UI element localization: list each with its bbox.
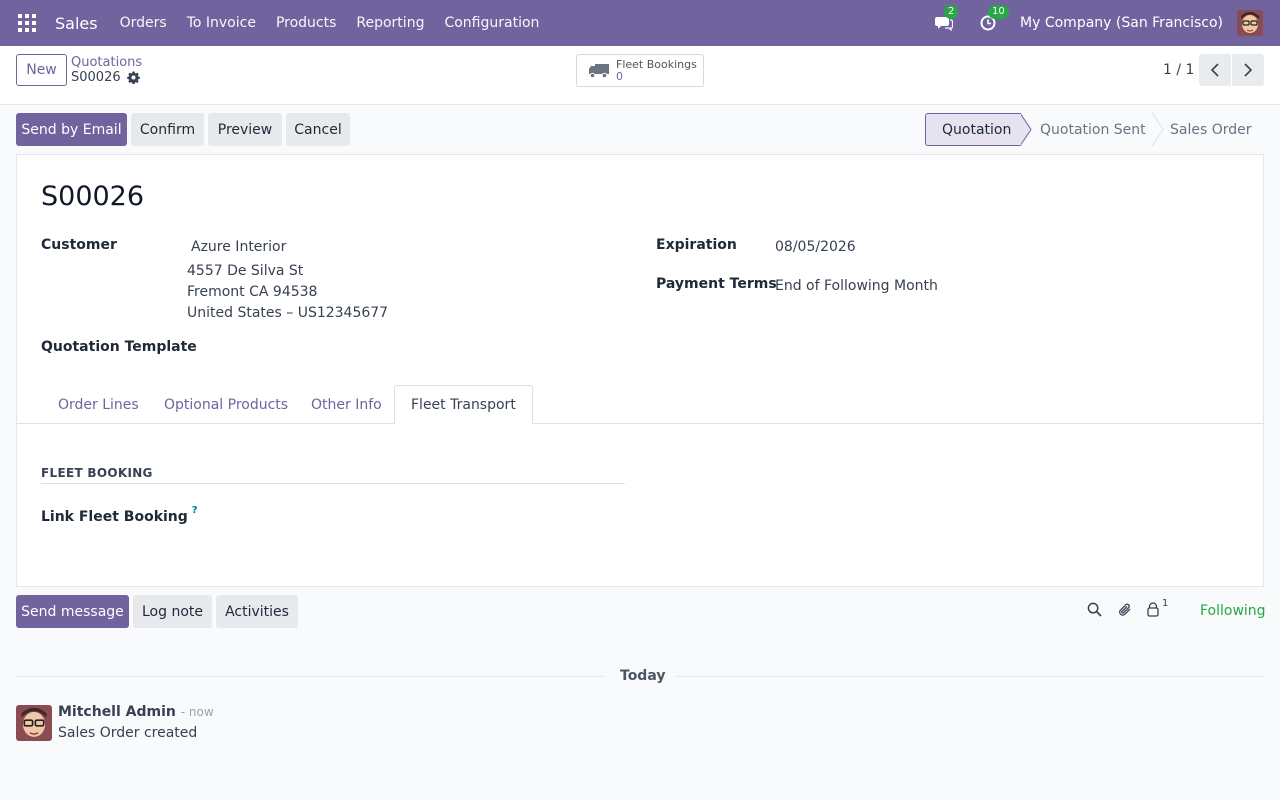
link-fleet-booking-field[interactable]: Link Fleet Booking?: [41, 505, 198, 525]
control-panel: New Quotations S00026 Fleet Bookings 0 1…: [0, 46, 1280, 105]
message-author-avatar[interactable]: [16, 705, 52, 741]
smart-button-label: Fleet Bookings: [616, 57, 697, 71]
user-avatar[interactable]: [1237, 10, 1263, 36]
attachments-button[interactable]: [1117, 602, 1133, 618]
menu-reporting[interactable]: Reporting: [356, 15, 424, 31]
paperclip-icon: [1119, 603, 1131, 616]
user-icon: [1147, 602, 1159, 617]
form-sheet: S00026 Customer Azure Interior 4557 De S…: [16, 154, 1264, 587]
company-switcher[interactable]: My Company (San Francisco): [1020, 15, 1223, 31]
menu-to-invoice[interactable]: To Invoice: [187, 15, 256, 31]
send-by-email-button[interactable]: Send by Email: [16, 113, 127, 146]
search-icon: [1087, 602, 1102, 617]
breadcrumb-current-label: S00026: [71, 70, 121, 85]
pager-previous-button[interactable]: [1199, 54, 1231, 86]
breadcrumb-quotations[interactable]: Quotations: [71, 55, 142, 70]
followers-button[interactable]: 1: [1146, 598, 1168, 617]
message-body: Sales Order created: [58, 725, 198, 741]
new-button[interactable]: New: [16, 54, 67, 86]
following-button[interactable]: Following: [1200, 603, 1266, 619]
status-separator-icon: [1152, 113, 1164, 146]
customer-address-line1: 4557 De Silva St: [187, 263, 304, 279]
link-fleet-booking-label: Link Fleet Booking: [41, 509, 188, 525]
help-tooltip-icon[interactable]: ?: [192, 505, 198, 516]
status-sales-order[interactable]: Sales Order: [1164, 113, 1264, 146]
menu-orders[interactable]: Orders: [120, 15, 167, 31]
log-note-button[interactable]: Log note: [133, 595, 212, 628]
activities-badge: 10: [988, 5, 1009, 19]
avatar-icon: [16, 705, 52, 741]
gear-icon[interactable]: [126, 71, 140, 84]
date-separator: Today: [620, 668, 666, 684]
avatar-icon: [1237, 10, 1263, 36]
customer-address-line3: United States – US12345677: [187, 305, 389, 321]
apps-menu-icon[interactable]: [18, 14, 36, 32]
status-quotation-sent[interactable]: Quotation Sent: [1032, 113, 1152, 146]
message-author-name: Mitchell Admin: [58, 704, 176, 720]
tab-order-lines[interactable]: Order Lines: [58, 385, 139, 424]
tab-fleet-transport[interactable]: Fleet Transport: [394, 385, 533, 425]
chevron-left-icon: [1210, 63, 1219, 77]
status-arrow-icon: [1020, 113, 1032, 146]
date-divider-left: [16, 676, 604, 677]
message-author[interactable]: Mitchell Admin - now: [58, 704, 214, 720]
expiration-field[interactable]: 08/05/2026: [775, 239, 856, 255]
messages-badge: 2: [944, 5, 959, 19]
tab-other-info[interactable]: Other Info: [311, 385, 382, 424]
top-navbar: Sales Orders To Invoice Products Reporti…: [0, 0, 1280, 46]
notebook-tabs: Order Lines Optional Products Other Info…: [17, 385, 1263, 425]
fleet-booking-section-title: FLEET BOOKING: [41, 466, 153, 480]
smart-button-value: 0: [616, 69, 623, 83]
payment-terms-label: Payment Terms: [656, 276, 777, 292]
section-divider: [41, 483, 625, 484]
expiration-label: Expiration: [656, 237, 737, 253]
pager-value[interactable]: 1 / 1: [1163, 62, 1194, 78]
messages-button[interactable]: 2: [932, 5, 959, 35]
followers-count: 1: [1162, 598, 1169, 609]
status-bar: Quotation Quotation Sent Sales Order: [925, 113, 1264, 146]
customer-address-line2: Fremont CA 94538: [187, 284, 318, 300]
payment-terms-field[interactable]: End of Following Month: [775, 278, 938, 294]
chevron-right-icon: [1244, 63, 1253, 77]
status-quotation[interactable]: Quotation: [925, 113, 1021, 146]
menu-products[interactable]: Products: [276, 15, 336, 31]
chatter-search-button[interactable]: [1087, 602, 1102, 617]
quotation-template-label: Quotation Template: [41, 339, 197, 355]
activities-button[interactable]: 10: [976, 5, 1009, 35]
pager-next-button[interactable]: [1232, 54, 1264, 86]
customer-field[interactable]: Azure Interior: [191, 239, 286, 255]
record-name: S00026: [41, 181, 145, 212]
menu-configuration[interactable]: Configuration: [444, 15, 539, 31]
cancel-button[interactable]: Cancel: [286, 113, 350, 146]
breadcrumb-current: S00026: [71, 70, 140, 85]
activities-button-chatter[interactable]: Activities: [216, 595, 298, 628]
main-menu: Orders To Invoice Products Reporting Con…: [120, 15, 560, 31]
truck-icon: [588, 63, 610, 79]
customer-label: Customer: [41, 237, 117, 253]
tab-optional-products[interactable]: Optional Products: [164, 385, 288, 424]
preview-button[interactable]: Preview: [208, 113, 282, 146]
confirm-button[interactable]: Confirm: [131, 113, 204, 146]
fleet-bookings-smart-button[interactable]: Fleet Bookings 0: [576, 54, 704, 87]
date-divider-right: [676, 676, 1264, 677]
message-time: - now: [180, 705, 214, 719]
app-name[interactable]: Sales: [55, 14, 98, 33]
send-message-button[interactable]: Send message: [16, 595, 129, 628]
